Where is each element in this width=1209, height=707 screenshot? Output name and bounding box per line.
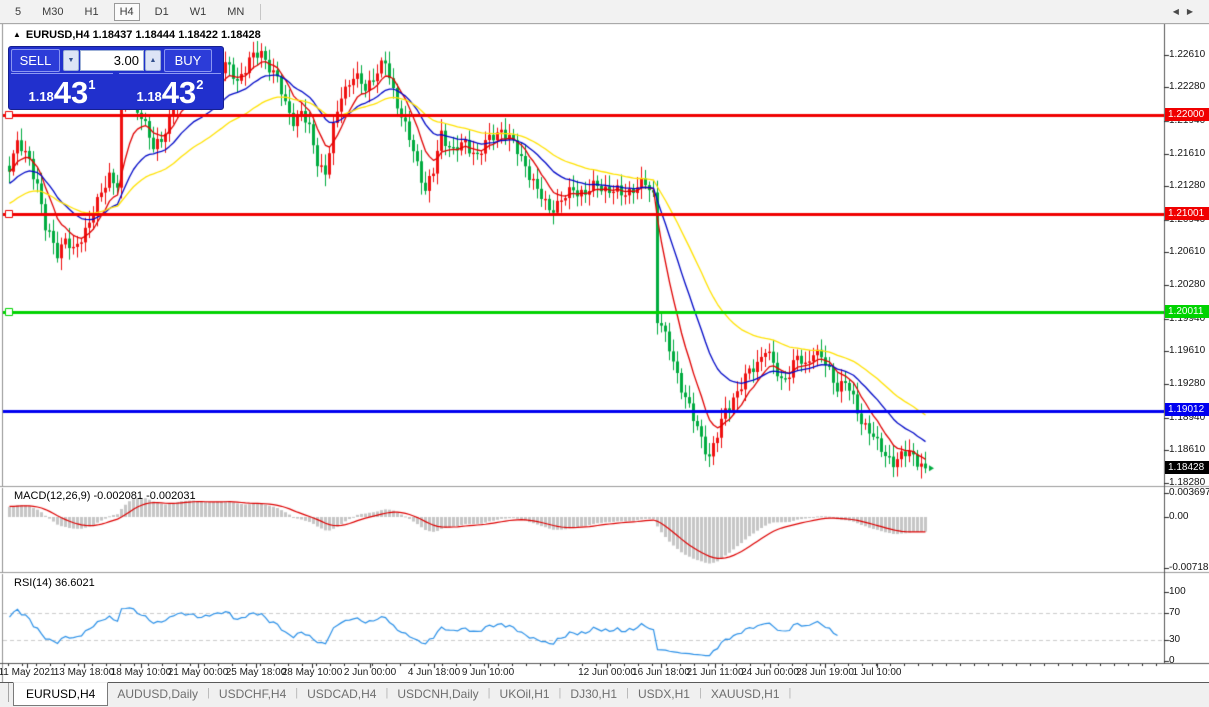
tab-dj30-h1[interactable]: DJ30,H1 xyxy=(561,683,626,704)
volume-input[interactable]: 3.00 xyxy=(80,50,144,71)
buy-button[interactable]: BUY xyxy=(164,49,212,72)
time-axis-label: 11 May 2021 xyxy=(0,667,56,678)
time-axis-label: 16 Jun 18:00 xyxy=(632,667,690,678)
macd-tick-label: -0.007187 xyxy=(1169,562,1208,573)
rsi-tick-label: 100 xyxy=(1169,586,1208,597)
price-tick-label: 1.19280 xyxy=(1169,378,1208,389)
tab-usdchf-h4[interactable]: USDCHF,H4 xyxy=(210,683,295,704)
time-axis-label: 12 Jun 00:00 xyxy=(578,667,636,678)
chart-ohlc: 1.18437 1.18444 1.18422 1.18428 xyxy=(93,29,261,41)
time-axis-label: 28 Jun 19:00 xyxy=(796,667,854,678)
tab-eurusd-h4[interactable]: EURUSD,H4 xyxy=(13,682,108,706)
macd-label: MACD(12,26,9) -0.002081 -0.002031 xyxy=(14,490,196,502)
volume-increase-button[interactable]: ▲ xyxy=(145,50,161,71)
buy-price-big: 43 xyxy=(162,75,196,110)
price-tick-label: 1.21610 xyxy=(1169,148,1208,159)
volume-decrease-button[interactable]: ▼ xyxy=(63,50,79,71)
tab-separator: | xyxy=(789,683,792,699)
current-price-tag: 1.18428 xyxy=(1165,461,1209,474)
time-axis-label: 13 May 18:00 xyxy=(54,667,115,678)
sell-price-prefix: 1.18 xyxy=(28,89,53,104)
tab-ukoil-h1[interactable]: UKOil,H1 xyxy=(491,683,559,704)
tab-strip-handle[interactable] xyxy=(0,683,9,702)
time-axis-label: 4 Jun 18:00 xyxy=(408,667,460,678)
timeframe-button-5[interactable]: 5 xyxy=(9,3,27,21)
time-axis-label: 21 May 00:00 xyxy=(168,667,229,678)
symbol-marker-icon: ▲ xyxy=(13,30,21,39)
mt4-window: 5 M30 H1 H4 D1 W1 MN ▲ EURUSD,H4 1.18437 1.1844… xyxy=(0,0,1209,707)
price-tick-label: 1.21280 xyxy=(1169,180,1208,191)
rsi-tick-label: 70 xyxy=(1169,607,1208,618)
buy-price-prefix: 1.18 xyxy=(136,89,161,104)
rsi-tick-label: 0 xyxy=(1169,655,1208,666)
one-click-trade-panel: SELL ▼ 3.00 ▲ BUY 1.18431 1.18432 xyxy=(8,46,224,110)
time-axis-label: 9 Jun 10:00 xyxy=(462,667,514,678)
time-axis-label: 24 Jun 00:00 xyxy=(741,667,799,678)
tab-usdx-h1[interactable]: USDX,H1 xyxy=(629,683,699,704)
price-tick-label: 1.22280 xyxy=(1169,81,1208,92)
time-axis-label: 18 May 10:00 xyxy=(111,667,172,678)
price-line-tag: 1.21001 xyxy=(1165,207,1209,220)
time-axis-label: 25 May 18:00 xyxy=(226,667,287,678)
time-axis-label: 28 May 10:00 xyxy=(282,667,343,678)
sell-price-display[interactable]: 1.18431 xyxy=(11,75,113,107)
price-tick-label: 1.20280 xyxy=(1169,279,1208,290)
price-tick-label: 1.22610 xyxy=(1169,49,1208,60)
tab-xauusd-h1[interactable]: XAUUSD,H1 xyxy=(702,683,789,704)
buy-price-display[interactable]: 1.18432 xyxy=(119,75,221,107)
price-tick-label: 1.18610 xyxy=(1169,444,1208,455)
sell-price-sup: 1 xyxy=(88,77,95,92)
timeframe-button-h1[interactable]: H1 xyxy=(79,3,105,21)
timeframe-button-w1[interactable]: W1 xyxy=(184,3,213,21)
time-axis-label: 21 Jun 11:00 xyxy=(686,667,743,678)
tab-scroll-right-icon[interactable]: ▶ xyxy=(1187,7,1201,16)
timeframe-button-d1[interactable]: D1 xyxy=(149,3,175,21)
chart-title: ▲ EURUSD,H4 1.18437 1.18444 1.18422 1.184… xyxy=(13,29,261,41)
tab-scroll-buttons: ◀▶ xyxy=(1173,7,1201,16)
timeframe-button-h4[interactable]: H4 xyxy=(114,3,140,21)
price-tick-label: 1.19610 xyxy=(1169,345,1208,356)
price-line-tag: 1.19012 xyxy=(1165,403,1209,416)
sell-button[interactable]: SELL xyxy=(11,49,60,72)
price-line-tag: 1.22000 xyxy=(1165,108,1209,121)
tab-audusd-daily[interactable]: AUDUSD,Daily xyxy=(108,683,207,704)
macd-tick-label: 0.00 xyxy=(1169,511,1208,522)
tab-usdcad-h4[interactable]: USDCAD,H4 xyxy=(298,683,385,704)
chart-tab-bar: EURUSD,H4AUDUSD,Daily|USDCHF,H4|USDCAD,H… xyxy=(0,682,1209,707)
timeframe-toolbar: 5 M30 H1 H4 D1 W1 MN xyxy=(0,0,1209,24)
toolbar-separator xyxy=(260,4,261,20)
timeframe-button-mn[interactable]: MN xyxy=(221,3,250,21)
rsi-tick-label: 30 xyxy=(1169,634,1208,645)
sell-price-big: 43 xyxy=(54,75,88,110)
time-axis-label: 1 Jul 10:00 xyxy=(853,667,902,678)
buy-price-sup: 2 xyxy=(196,77,203,92)
price-line-tag: 1.20011 xyxy=(1165,305,1209,318)
time-axis-label: 2 Jun 00:00 xyxy=(344,667,396,678)
price-tick-label: 1.20610 xyxy=(1169,246,1208,257)
sell-underline xyxy=(11,73,113,74)
rsi-label: RSI(14) 36.6021 xyxy=(14,577,95,589)
buy-underline xyxy=(119,73,221,74)
tab-usdcnh-daily[interactable]: USDCNH,Daily xyxy=(388,683,487,704)
chart-symbol: EURUSD,H4 xyxy=(26,29,90,41)
macd-tick-label: 0.003697 xyxy=(1169,487,1208,498)
tab-scroll-left-icon[interactable]: ◀ xyxy=(1173,7,1187,16)
timeframe-button-m30[interactable]: M30 xyxy=(36,3,69,21)
